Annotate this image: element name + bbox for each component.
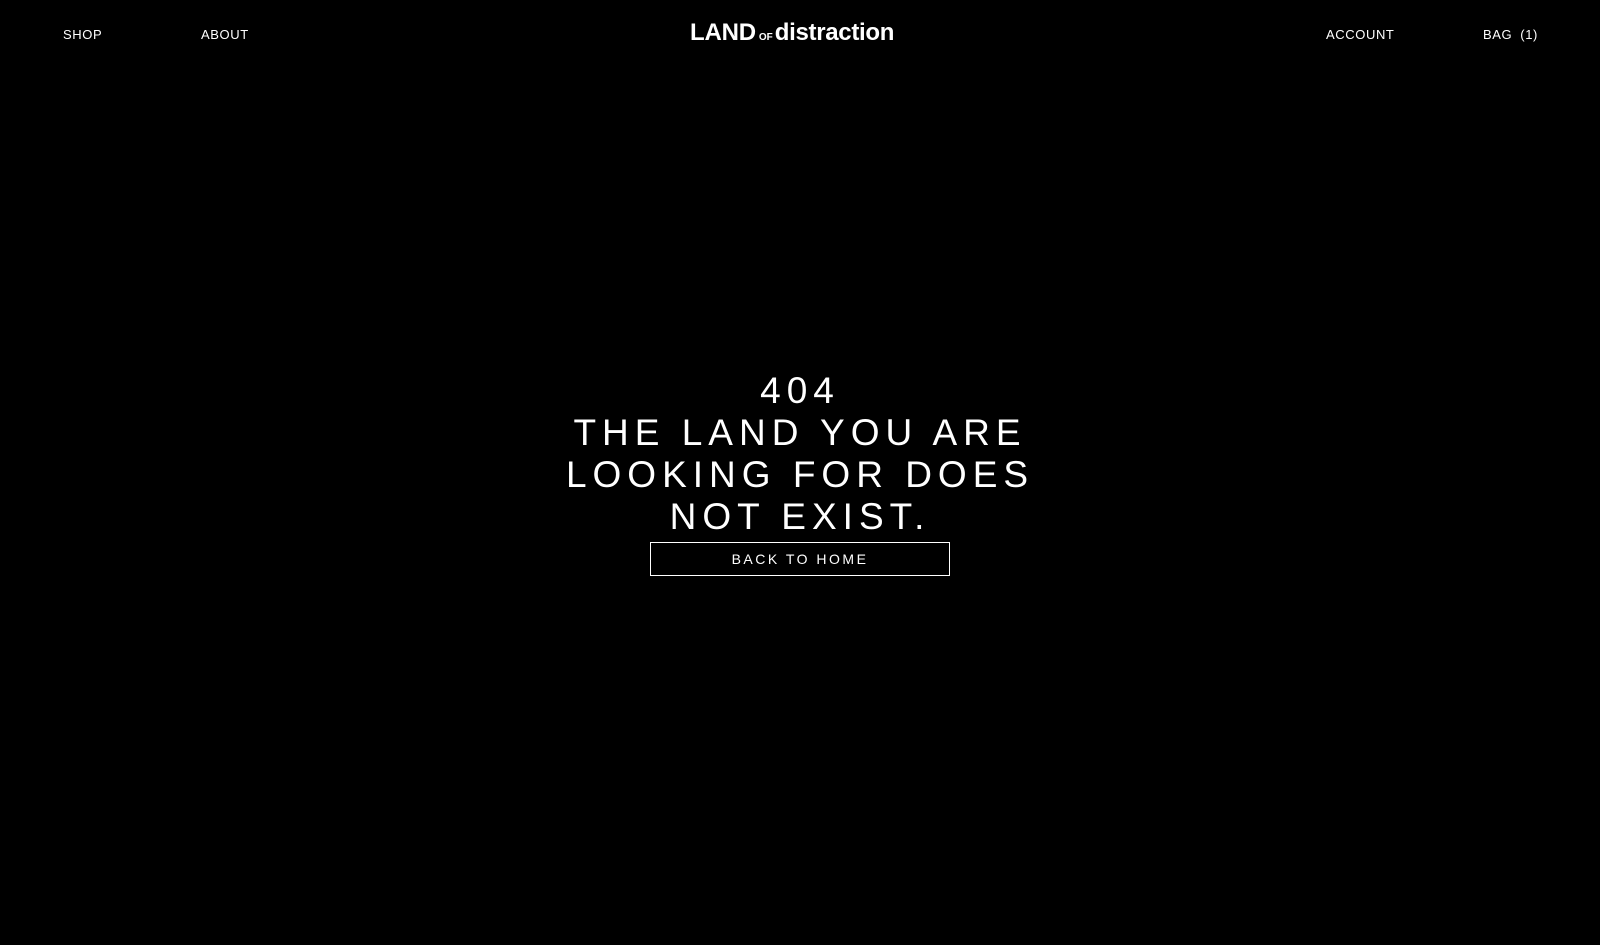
bag-count: (1) — [1520, 27, 1538, 42]
bag-label: BAG — [1483, 27, 1513, 42]
site-logo[interactable]: LAND OF distraction — [690, 19, 912, 49]
logo-land: LAND — [690, 19, 756, 46]
error-content: 404 THE LAND YOU ARE LOOKING FOR DOES NO… — [500, 370, 1100, 576]
nav-shop-link[interactable]: SHOP — [63, 27, 102, 42]
site-header: SHOP ABOUT LAND OF distraction ACCOUNT B… — [0, 0, 1600, 70]
logo-distraction: distraction — [774, 19, 895, 46]
logo-of: OF — [758, 32, 773, 43]
error-message: THE LAND YOU ARE LOOKING FOR DOES NOT EX… — [565, 412, 1035, 537]
page: SHOP ABOUT LAND OF distraction ACCOUNT B… — [0, 0, 1600, 945]
back-to-home-button[interactable]: BACK TO HOME — [650, 542, 950, 576]
nav-about-link[interactable]: ABOUT — [201, 27, 249, 42]
error-code: 404 — [760, 370, 840, 411]
nav-bag-link[interactable]: BAG (1) — [1483, 27, 1538, 42]
nav-account-link[interactable]: ACCOUNT — [1326, 27, 1394, 42]
